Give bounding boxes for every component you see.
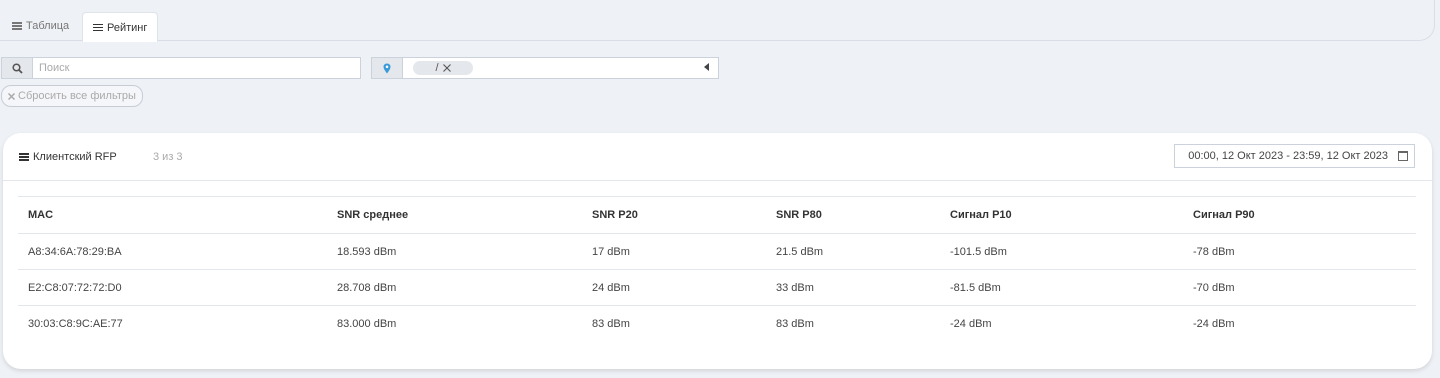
table-cell: -81.5 dBm [940, 269, 1183, 306]
date-range-picker[interactable]: 00:00, 12 Окт 2023 - 23:59, 12 Окт 2023 [1174, 144, 1415, 168]
record-count: 3 из 3 [153, 151, 183, 163]
table-cell: 21.5 dBm [766, 233, 940, 270]
tab-rating-label: Рейтинг [107, 21, 148, 34]
column-header[interactable]: SNR P80 [766, 196, 940, 234]
column-header[interactable]: MAC [18, 196, 327, 234]
close-icon [8, 92, 15, 100]
search-field [1, 57, 361, 79]
client-rfp-card: Клиентский RFP 3 из 3 00:00, 12 Окт 2023… [3, 133, 1432, 369]
rating-table: MAC SNR среднее SNR P20 SNR P80 Сигнал P… [18, 196, 1416, 341]
table-cell: -101.5 dBm [940, 233, 1183, 270]
table-cell: 33 dBm [766, 269, 940, 306]
location-button[interactable] [372, 58, 403, 78]
column-header[interactable]: SNR P20 [582, 196, 766, 234]
table-cell: -24 dBm [1193, 317, 1235, 330]
close-icon[interactable] [442, 64, 451, 72]
table-row[interactable]: A8:34:6A:78:29:BA 18.593 dBm 17 dBm 21.5… [18, 233, 1416, 270]
location-chip: / [413, 61, 473, 75]
calendar-icon [1398, 151, 1408, 161]
location-chip-label: / [435, 62, 439, 74]
search-input[interactable] [33, 58, 360, 78]
table-cell: 83 dBm [776, 317, 814, 330]
list-icon [12, 22, 22, 30]
dropdown-arrow-icon[interactable] [704, 63, 709, 71]
table-header-row: MAC SNR среднее SNR P20 SNR P80 Сигнал P… [18, 196, 1416, 234]
table-cell: -78 dBm [1183, 233, 1416, 270]
tab-rating[interactable]: Рейтинг [82, 12, 159, 42]
date-range-text: 00:00, 12 Окт 2023 - 23:59, 12 Окт 2023 [1188, 150, 1388, 162]
tab-table[interactable]: Таблица [2, 12, 79, 40]
table-cell: 83.000 dBm [337, 317, 397, 330]
location-selector[interactable]: / [371, 57, 719, 79]
tab-table-label: Таблица [26, 20, 70, 32]
column-header[interactable]: Сигнал P10 [940, 196, 1183, 234]
table-cell: 17 dBm [582, 233, 766, 270]
mac-cell: 30:03:C8:9C:AE:77 [28, 317, 123, 330]
column-header[interactable]: Сигнал P90 [1183, 196, 1416, 234]
mac-cell: E2:C8:07:72:72:D0 [18, 269, 327, 306]
search-icon [11, 62, 23, 74]
table-cell: 24 dBm [582, 269, 766, 306]
mac-cell: A8:34:6A:78:29:BA [18, 233, 327, 270]
table-row[interactable]: 30:03:C8:9C:AE:77 83.000 dBm 83 dBm 83 d… [18, 306, 1416, 342]
tabs-bar: Таблица Рейтинг [0, 0, 1435, 42]
list-icon [93, 23, 103, 32]
table-row[interactable]: E2:C8:07:72:72:D0 28.708 dBm 24 dBm 33 d… [18, 269, 1416, 306]
reset-filters-button[interactable]: Сбросить все фильтры [1, 85, 143, 107]
reset-filters-label: Сбросить все фильтры [18, 90, 136, 102]
column-header[interactable]: SNR среднее [327, 196, 582, 234]
table-cell: -70 dBm [1183, 269, 1416, 306]
card-title-label: Клиентский RFP [33, 151, 117, 163]
table-cell: 83 dBm [592, 317, 630, 330]
card-header: Клиентский RFP 3 из 3 00:00, 12 Окт 2023… [3, 133, 1432, 181]
card-title: Клиентский RFP [19, 151, 117, 163]
list-icon [19, 153, 29, 161]
table-cell: 28.708 dBm [327, 269, 582, 306]
search-button[interactable] [2, 58, 33, 78]
map-marker-icon [383, 63, 391, 73]
table-cell: 18.593 dBm [327, 233, 582, 270]
table-cell: -24 dBm [950, 317, 992, 330]
